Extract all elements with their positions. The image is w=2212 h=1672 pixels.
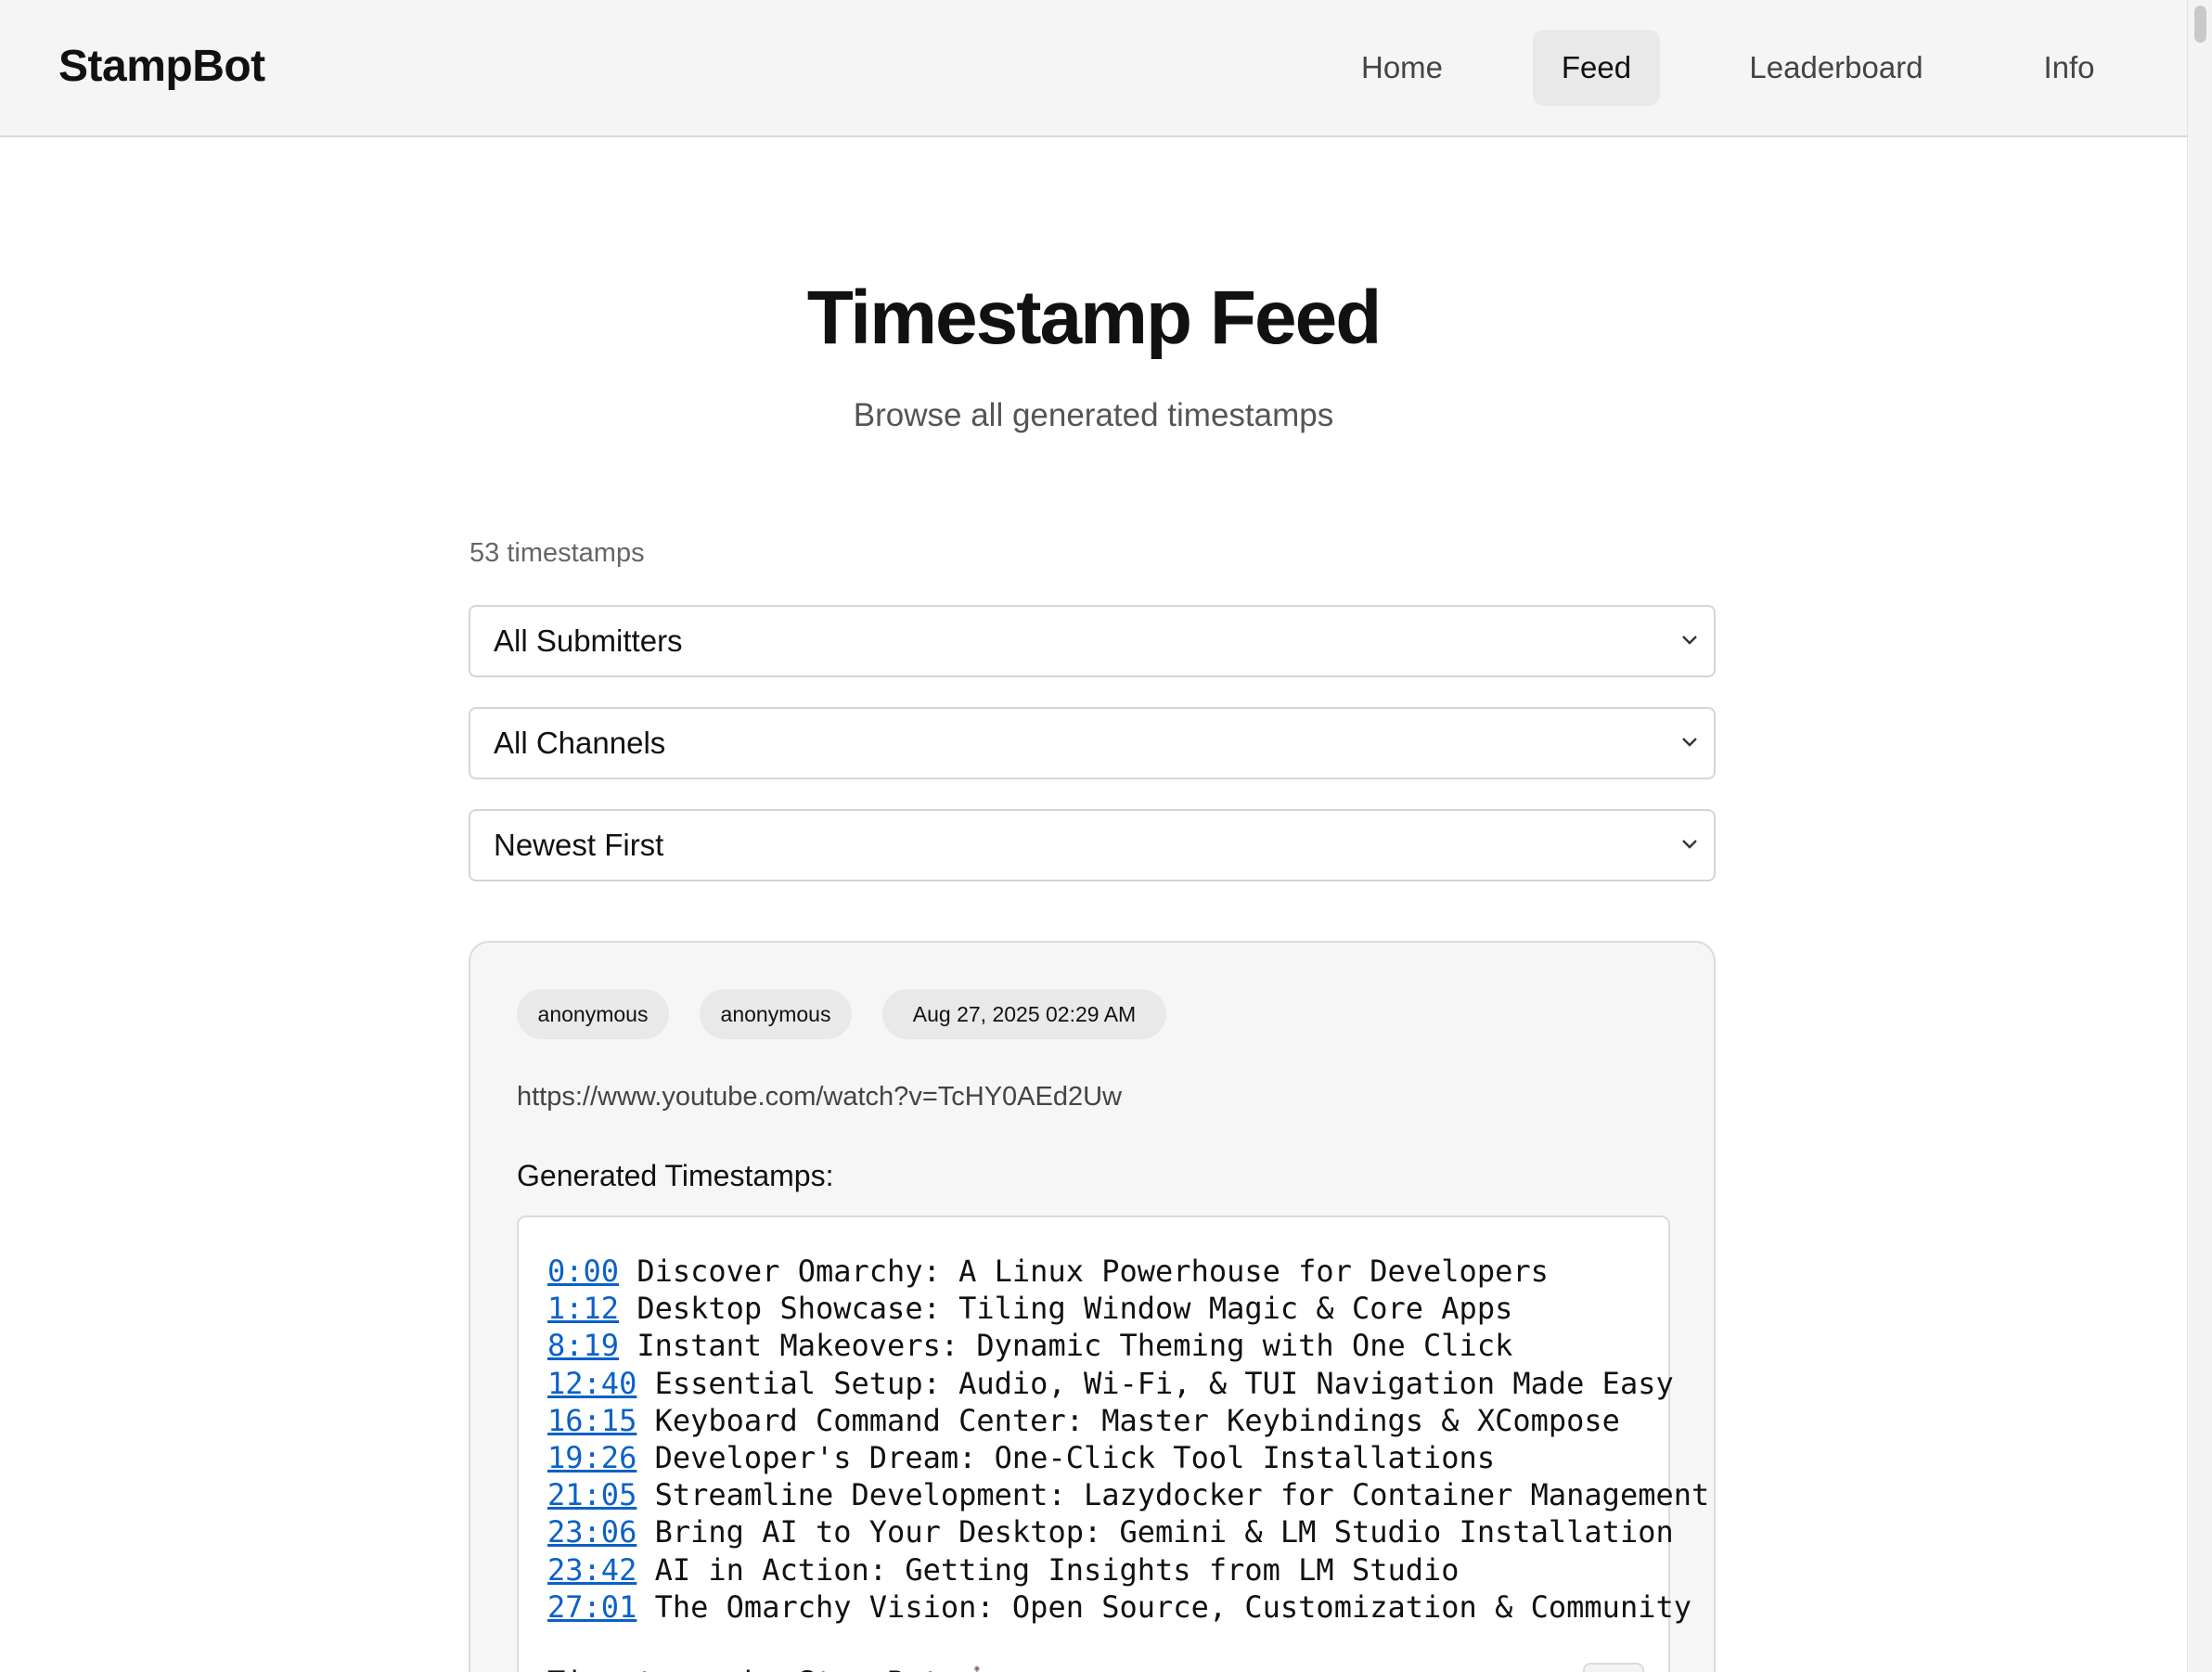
nav-feed[interactable]: Feed — [1533, 30, 1660, 106]
timestamp-title: Discover Omarchy: A Linux Powerhouse for… — [637, 1254, 1549, 1289]
timestamp-link[interactable]: 1:12 — [547, 1291, 619, 1326]
timestamp-row: 27:01 The Omarchy Vision: Open Source, C… — [547, 1588, 1709, 1626]
timestamp-row: 19:26 Developer's Dream: One-Click Tool … — [547, 1439, 1709, 1476]
nav-home[interactable]: Home — [1336, 30, 1468, 106]
timestamp-link[interactable]: 12:40 — [547, 1366, 637, 1401]
timestamp-title: Developer's Dream: One-Click Tool Instal… — [654, 1439, 1496, 1475]
generated-timestamps-heading: Generated Timestamps: — [517, 1159, 834, 1192]
timestamp-list: 0:00 Discover Omarchy: A Linux Powerhous… — [547, 1253, 1709, 1626]
timestamp-link[interactable]: 16:15 — [547, 1403, 637, 1438]
channel-filter-value: All Channels — [494, 726, 666, 760]
stampbot-credit: Timestamps by StampBot 🤖 — [547, 1665, 996, 1672]
page-scrollbar[interactable] — [2187, 0, 2212, 1672]
timestamp-title: Essential Setup: Audio, Wi-Fi, & TUI Nav… — [654, 1365, 1674, 1401]
chevron-down-icon — [1680, 607, 1699, 701]
timestamp-link[interactable]: 8:19 — [547, 1328, 619, 1363]
timestamp-title: Instant Makeovers: Dynamic Theming with … — [637, 1328, 1513, 1364]
copy-button[interactable] — [1583, 1663, 1644, 1672]
timestamp-row: 23:06 Bring AI to Your Desktop: Gemini &… — [547, 1513, 1709, 1550]
timestamp-title: The Omarchy Vision: Open Source, Customi… — [654, 1588, 1691, 1625]
timestamp-row: 23:42 AI in Action: Getting Insights fro… — [547, 1551, 1709, 1588]
brand-logo[interactable]: StampBot — [58, 41, 265, 92]
timestamp-title: Keyboard Command Center: Master Keybindi… — [654, 1402, 1620, 1438]
timestamp-row: 8:19 Instant Makeovers: Dynamic Theming … — [547, 1327, 1709, 1364]
top-navbar: StampBot Home Feed Leaderboard Info — [0, 0, 2187, 137]
timestamp-title: AI in Action: Getting Insights from LM S… — [654, 1551, 1460, 1588]
page-title: Timestamp Feed — [806, 276, 1382, 360]
timestamp-row: 21:05 Streamline Development: Lazydocker… — [547, 1476, 1709, 1513]
timestamp-row: 16:15 Keyboard Command Center: Master Ke… — [547, 1402, 1709, 1439]
timestamp-row: 0:00 Discover Omarchy: A Linux Powerhous… — [547, 1253, 1709, 1290]
submitter-filter-value: All Submitters — [494, 624, 683, 658]
timestamp-title: Desktop Showcase: Tiling Window Magic & … — [637, 1291, 1513, 1327]
timestamps-box: 0:00 Discover Omarchy: A Linux Powerhous… — [517, 1215, 1709, 1672]
nav-leaderboard[interactable]: Leaderboard — [1724, 30, 1948, 106]
timestamp-title: Streamline Development: Lazydocker for C… — [654, 1477, 1710, 1513]
page-subtitle: Browse all generated timestamps — [853, 397, 1334, 433]
timestamp-link[interactable]: 23:06 — [547, 1514, 637, 1550]
timestamp-row: 1:12 Desktop Showcase: Tiling Window Mag… — [547, 1290, 1709, 1327]
submitter-filter-select[interactable]: All Submitters — [469, 605, 1716, 677]
timestamp-entry-card: anonymous anonymous Aug 27, 2025 02:29 A… — [469, 941, 1716, 1672]
timestamp-count: 53 timestamps — [469, 538, 645, 568]
submitter-badge[interactable]: anonymous — [517, 989, 669, 1039]
timestamp-link[interactable]: 0:00 — [547, 1254, 619, 1289]
chevron-down-icon — [1680, 709, 1699, 804]
timestamp-link[interactable]: 27:01 — [547, 1589, 637, 1625]
sort-order-value: Newest First — [494, 828, 664, 862]
sort-order-select[interactable]: Newest First — [469, 809, 1716, 881]
timestamp-link[interactable]: 21:05 — [547, 1477, 637, 1512]
scrollbar-thumb[interactable] — [2194, 6, 2206, 43]
page: StampBot Home Feed Leaderboard Info Time… — [0, 0, 2212, 1672]
timestamp-link[interactable]: 19:26 — [547, 1440, 637, 1475]
channel-badge[interactable]: anonymous — [700, 989, 852, 1039]
timestamp-title: Bring AI to Your Desktop: Gemini & LM St… — [654, 1514, 1674, 1550]
date-badge: Aug 27, 2025 02:29 AM — [882, 989, 1166, 1039]
timestamp-row: 12:40 Essential Setup: Audio, Wi-Fi, & T… — [547, 1365, 1709, 1402]
channel-filter-select[interactable]: All Channels — [469, 707, 1716, 779]
timestamp-link[interactable]: 23:42 — [547, 1552, 637, 1588]
chevron-down-icon — [1680, 811, 1699, 906]
video-url[interactable]: https://www.youtube.com/watch?v=TcHY0AEd… — [517, 1082, 1122, 1113]
nav-info[interactable]: Info — [2013, 30, 2125, 106]
